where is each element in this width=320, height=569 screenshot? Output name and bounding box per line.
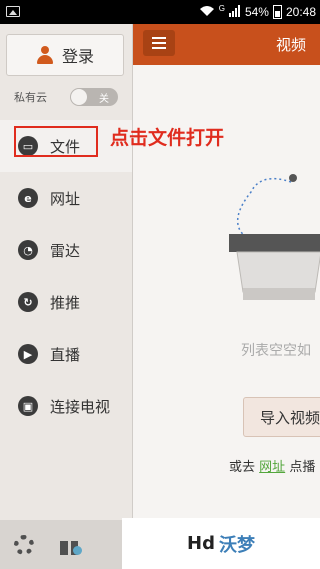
private-cloud-toggle[interactable]: 关 (70, 88, 118, 106)
sidebar-item-label: 连接电视 (50, 397, 111, 416)
sidebar-menu: ▭ 文件 e 网址 ◔ 雷达 ↻ 推推 ▶ 直播 ▣ 连接电视 (0, 120, 132, 432)
watermark-brand: Hd (187, 533, 215, 554)
sidebar-item-label: 雷达 (50, 241, 81, 260)
highlight-box (14, 126, 98, 157)
or-go-line: 或去 网址 点播 (229, 456, 315, 475)
browser-e-icon: e (18, 188, 38, 208)
sidebar-item-live[interactable]: ▶ 直播 (0, 328, 132, 380)
main-panel: 视频 列表空空如 导入视频 或去 网址 点播 (133, 24, 320, 569)
battery-icon (272, 5, 282, 19)
share-icon: ↻ (18, 292, 38, 312)
wifi-icon (199, 5, 215, 20)
empty-list-text: 列表空空如 (241, 343, 311, 359)
status-indicators: G 54% 20:48 (199, 3, 316, 21)
gift-icon[interactable] (60, 535, 82, 555)
battery-percent: 54% (244, 5, 269, 19)
signal-icon (228, 4, 241, 20)
import-video-label: 导入视频 (260, 408, 320, 427)
private-cloud-row: 私有云 关 (14, 86, 124, 108)
page-title: 视频 (275, 36, 306, 54)
sidebar-item-connect-tv[interactable]: ▣ 连接电视 (0, 380, 132, 432)
toggle-knob (71, 89, 87, 105)
sidebar-item-radar[interactable]: ◔ 雷达 (0, 224, 132, 276)
sidebar-item-label: 网址 (50, 189, 81, 208)
tv-icon: ▣ (18, 396, 38, 416)
website-link[interactable]: 网址 (259, 460, 285, 475)
watermark-name: 沃梦 (218, 534, 255, 556)
gear-icon[interactable] (14, 534, 34, 555)
live-icon: ▶ (18, 344, 38, 364)
or-prefix: 或去 (229, 460, 256, 475)
sidebar: 登录 私有云 关 ▭ 文件 e 网址 ◔ 雷达 ↻ 推推 ▶ 直播 ▣ 连接电视 (0, 24, 133, 569)
bug-icon (289, 174, 297, 182)
or-suffix: 点播 (289, 460, 316, 475)
hamburger-menu-icon[interactable] (143, 30, 175, 56)
annotation-text: 点击文件打开 (110, 127, 225, 149)
sidebar-item-websites[interactable]: e 网址 (0, 172, 132, 224)
private-cloud-label: 私有云 (14, 91, 47, 104)
login-button[interactable]: 登录 (6, 34, 124, 76)
toggle-state: 关 (99, 94, 109, 105)
login-label: 登录 (61, 47, 94, 66)
sidebar-item-push[interactable]: ↻ 推推 (0, 276, 132, 328)
watermark-logo: Hd 沃梦 (122, 518, 320, 569)
sidebar-bottom-bar (0, 520, 132, 569)
network-type: G (218, 3, 225, 13)
image-notification-icon (6, 6, 20, 17)
top-bar: 视频 (133, 24, 320, 65)
empty-drawer-illustration (229, 234, 320, 300)
status-bar: G 54% 20:48 (0, 0, 320, 24)
import-video-button[interactable]: 导入视频 (243, 397, 320, 437)
radar-icon: ◔ (18, 240, 38, 260)
user-icon (36, 46, 54, 64)
clock: 20:48 (285, 5, 316, 19)
sidebar-item-label: 推推 (50, 293, 81, 312)
sidebar-item-label: 直播 (50, 345, 81, 364)
